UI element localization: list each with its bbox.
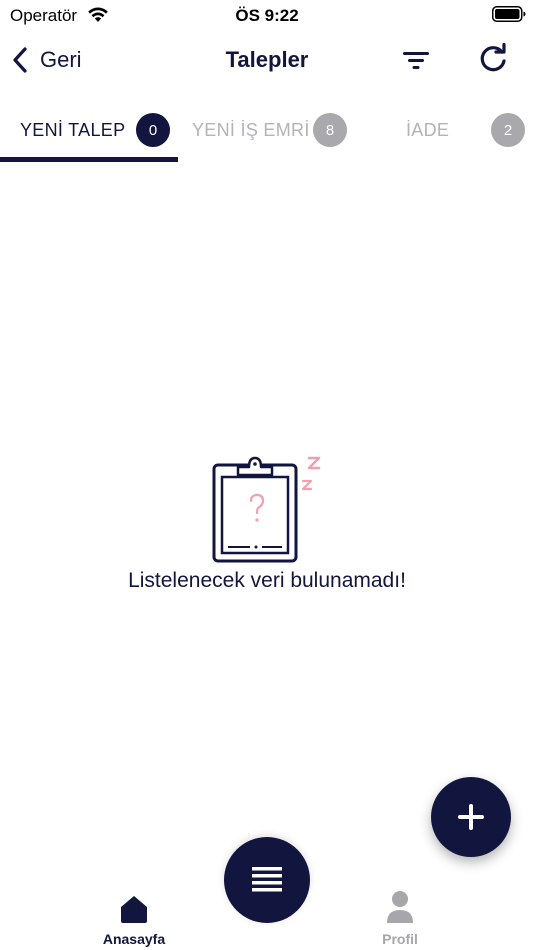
home-label: Anasayfa [102,931,166,947]
profile-label: Profil [382,931,418,947]
nav-bar: Geri Talepler [0,30,534,90]
tab-count-badge: 2 [491,113,525,147]
status-bar: Operatör ÖS 9:22 [0,0,534,30]
back-label: Geri [40,47,82,72]
tab-yeni-talep[interactable]: YENİ TALEP 0 [20,104,178,156]
tab-label: YENİ İŞ EMRİ [192,119,310,140]
back-button[interactable]: Geri [8,42,82,78]
battery-icon [492,6,526,22]
tab-count-badge: 0 [136,113,170,147]
user-icon [387,891,413,923]
bottom-nav-profile[interactable]: Profil [360,886,440,950]
refresh-button[interactable] [476,42,510,77]
tab-label: İADE [406,119,450,140]
home-icon [121,896,147,923]
refresh-icon [480,42,506,72]
plus-icon [458,804,484,830]
tab-iade[interactable]: İADE 2 [406,104,530,156]
tab-label: YENİ TALEP [20,119,126,140]
add-button[interactable] [431,777,511,857]
clipboard-question-icon [212,456,321,563]
tab-count-badge: 8 [313,113,347,147]
bottom-nav-home[interactable]: Anasayfa [92,886,176,950]
chevron-left-icon [13,47,27,73]
status-time: ÖS 9:22 [235,6,299,25]
empty-state-message: Listelenecek veri bulunamadı! [128,569,406,592]
list-icon [252,867,282,892]
menu-button[interactable] [224,837,310,923]
tab-active-indicator [0,157,178,162]
filter-icon [403,52,429,69]
tab-bar: YENİ TALEP 0 YENİ İŞ EMRİ 8 İADE 2 [0,104,534,164]
tab-yeni-is-emri[interactable]: YENİ İŞ EMRİ 8 [192,104,352,156]
filter-button[interactable] [400,44,432,76]
